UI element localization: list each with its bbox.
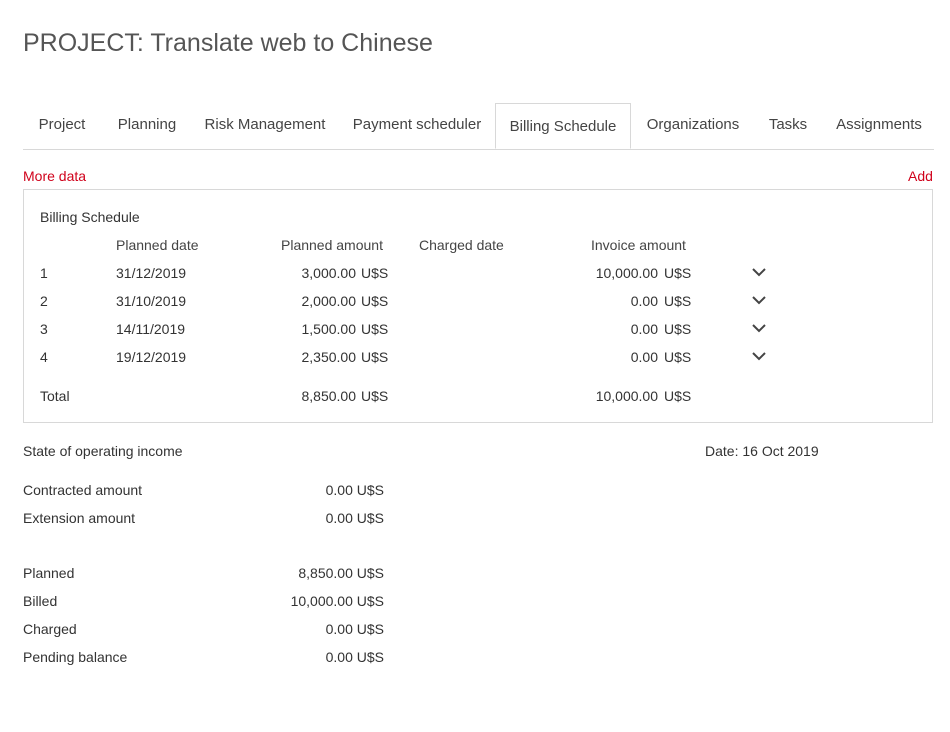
row-invoice-amount-link[interactable]: 10,000.00: [574, 265, 658, 281]
extension-amount-value: 0.00 U$S: [325, 510, 384, 526]
total-planned-currency: U$S: [361, 388, 389, 404]
tab-organizations[interactable]: Organizations: [635, 103, 751, 149]
chevron-down-icon[interactable]: [751, 295, 767, 305]
row-planned-currency: U$S: [361, 293, 389, 309]
total-invoice-currency: U$S: [664, 388, 692, 404]
total-planned-amount: 8,850.00: [301, 388, 357, 404]
column-charged-date: Charged date: [419, 237, 504, 253]
extension-amount-label: Extension amount: [23, 510, 136, 526]
row-invoice-currency: U$S: [664, 321, 692, 337]
row-number: 4: [40, 349, 48, 365]
pending-balance-label: Pending balance: [23, 649, 128, 665]
chevron-down-icon[interactable]: [751, 267, 767, 277]
tab-tasks[interactable]: Tasks: [757, 103, 819, 149]
tab-payment-scheduler[interactable]: Payment scheduler: [341, 103, 493, 149]
tab-assignments[interactable]: Assignments: [823, 103, 935, 149]
charged-label: Charged: [23, 621, 77, 637]
column-planned-date: Planned date: [116, 237, 199, 253]
tab-risk-management[interactable]: Risk Management: [195, 103, 335, 149]
operating-income-title: State of operating income: [23, 443, 183, 459]
row-planned-currency: U$S: [361, 321, 389, 337]
contracted-amount-label: Contracted amount: [23, 482, 143, 498]
row-number: 1: [40, 265, 48, 281]
billing-schedule-panel: Billing Schedule Planned date Planned am…: [23, 189, 933, 423]
tab-bar: Project Planning Risk Management Payment…: [23, 103, 934, 150]
row-planned-amount: 3,000.00: [301, 265, 357, 281]
row-planned-currency: U$S: [361, 349, 389, 365]
charged-value: 0.00 U$S: [325, 621, 384, 637]
tab-planning[interactable]: Planning: [103, 103, 191, 149]
row-planned-amount: 2,000.00: [301, 293, 357, 309]
row-number: 3: [40, 321, 48, 337]
column-planned-amount: Planned amount: [281, 237, 383, 253]
row-invoice-amount: 0.00: [630, 349, 658, 365]
add-link[interactable]: Add: [908, 168, 933, 184]
total-label: Total: [40, 388, 70, 404]
contracted-amount-value: 0.00 U$S: [325, 482, 384, 498]
billed-label: Billed: [23, 593, 58, 609]
row-invoice-currency: U$S: [664, 265, 692, 281]
tab-billing-schedule[interactable]: Billing Schedule: [495, 103, 631, 149]
total-invoice-amount: 10,000.00: [595, 388, 658, 404]
pending-balance-value: 0.00 U$S: [325, 649, 384, 665]
chevron-down-icon[interactable]: [751, 323, 767, 333]
planned-label: Planned: [23, 565, 75, 581]
row-invoice-amount: 0.00: [630, 321, 658, 337]
tab-project[interactable]: Project: [23, 103, 101, 149]
row-planned-currency: U$S: [361, 265, 389, 281]
row-invoice-currency: U$S: [664, 349, 692, 365]
row-planned-date: 19/12/2019: [116, 349, 187, 365]
row-planned-date: 31/12/2019: [116, 265, 187, 281]
row-planned-amount: 1,500.00: [301, 321, 357, 337]
planned-value: 8,850.00 U$S: [298, 565, 384, 581]
more-data-link[interactable]: More data: [23, 168, 86, 184]
row-planned-date: 14/11/2019: [116, 321, 186, 337]
row-invoice-currency: U$S: [664, 293, 692, 309]
row-invoice-amount: 0.00: [630, 293, 658, 309]
billed-value: 10,000.00 U$S: [290, 593, 384, 609]
income-date: Date: 16 Oct 2019: [705, 443, 819, 459]
row-planned-date: 31/10/2019: [116, 293, 187, 309]
row-planned-amount: 2,350.00: [301, 349, 357, 365]
chevron-down-icon[interactable]: [751, 351, 767, 361]
page-title: PROJECT: Translate web to Chinese: [23, 29, 433, 57]
row-number: 2: [40, 293, 48, 309]
billing-schedule-title: Billing Schedule: [40, 209, 140, 225]
column-invoice-amount: Invoice amount: [591, 237, 686, 253]
